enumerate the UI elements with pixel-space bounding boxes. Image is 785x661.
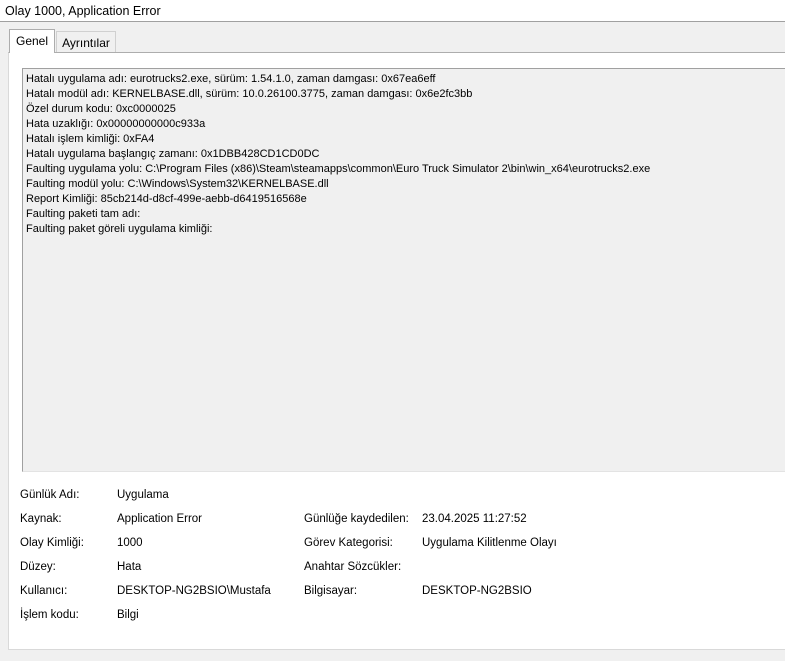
description-line: Hatalı işlem kimliği: 0xFA4 (26, 133, 155, 145)
keywords-label: Anahtar Sözcükler: (304, 561, 402, 573)
tab-ayrintilar[interactable]: Ayrıntılar (56, 31, 116, 52)
description-line: Faulting modül yolu: C:\Windows\System32… (26, 178, 329, 190)
description-line: Faulting paketi tam adı: (26, 208, 141, 220)
log-name-value[interactable]: Uygulama (117, 489, 169, 501)
opcode-value[interactable]: Bilgi (117, 609, 139, 621)
window-title: Olay 1000, Application Error (5, 4, 161, 18)
logged-value[interactable]: 23.04.2025 11:27:52 (422, 513, 527, 525)
level-value[interactable]: Hata (117, 561, 141, 573)
log-name-label: Günlük Adı: (20, 489, 80, 501)
description-line: Faulting uygulama yolu: C:\Program Files… (26, 163, 651, 175)
description-line: Report Kimliği: 85cb214d-d8cf-499e-aebb-… (26, 193, 307, 205)
user-label: Kullanıcı: (20, 585, 68, 597)
task-category-value[interactable]: Uygulama Kilitlenme Olayı (422, 537, 557, 549)
level-label: Düzey: (20, 561, 56, 573)
source-label: Kaynak: (20, 513, 62, 525)
description-line: Faulting paket göreli uygulama kimliği: (26, 223, 213, 235)
description-line: Özel durum kodu: 0xc0000025 (26, 103, 176, 115)
logged-label: Günlüğe kaydedilen: (304, 513, 409, 525)
event-id-value[interactable]: 1000 (117, 537, 143, 549)
computer-value[interactable]: DESKTOP-NG2BSIO (422, 585, 532, 597)
description-line: Hatalı uygulama adı: eurotrucks2.exe, sü… (26, 73, 436, 85)
description-line: Hata uzaklığı: 0x00000000000c933a (26, 118, 206, 130)
computer-label: Bilgisayar: (304, 585, 358, 597)
source-value[interactable]: Application Error (117, 513, 202, 525)
window-titlebar: Olay 1000, Application Error (0, 0, 785, 22)
opcode-label: İşlem kodu: (20, 609, 79, 621)
event-id-label: Olay Kimliği: (20, 537, 84, 549)
titlebar-divider (0, 21, 785, 22)
event-description-box[interactable]: Hatalı uygulama adı: eurotrucks2.exe, sü… (22, 68, 785, 472)
description-line: Hatalı uygulama başlangıç zamanı: 0x1DBB… (26, 148, 320, 160)
user-value[interactable]: DESKTOP-NG2BSIO\Mustafa (117, 585, 271, 597)
tab-genel[interactable]: Genel (9, 29, 55, 53)
description-line: Hatalı modül adı: KERNELBASE.dll, sürüm:… (26, 88, 473, 100)
task-category-label: Görev Kategorisi: (304, 537, 393, 549)
